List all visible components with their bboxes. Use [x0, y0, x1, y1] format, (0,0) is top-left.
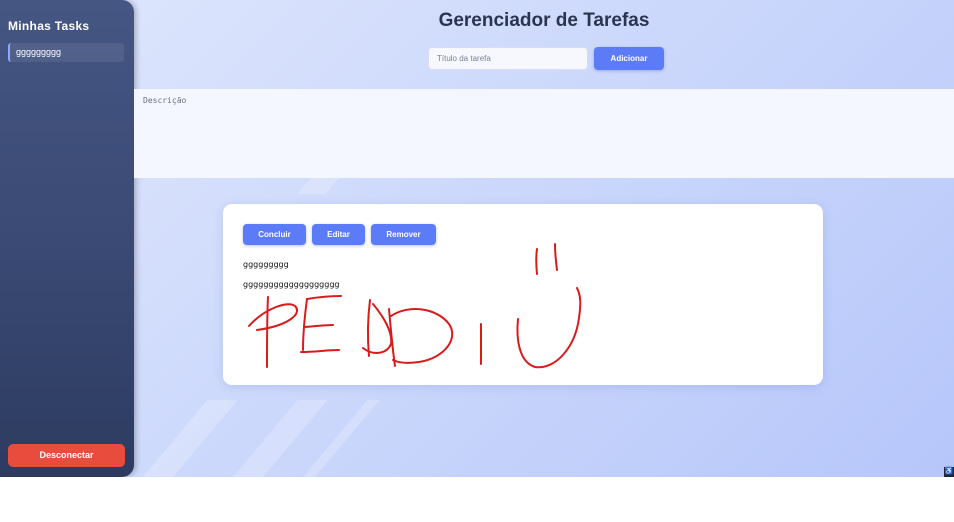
- page-title: Gerenciador de Tarefas: [438, 10, 650, 31]
- sidebar-title: Minhas Tasks: [8, 19, 90, 33]
- add-task-button[interactable]: Adicionar: [594, 47, 664, 70]
- app-window: Minhas Tasks ggggggggg Desconectar Geren…: [0, 0, 954, 477]
- accessibility-icon[interactable]: ♿: [944, 467, 954, 477]
- sidebar: Minhas Tasks ggggggggg Desconectar: [0, 0, 134, 477]
- description-textarea[interactable]: [134, 89, 954, 178]
- logout-button[interactable]: Desconectar: [8, 444, 125, 467]
- sidebar-task-item[interactable]: ggggggggg: [8, 43, 124, 62]
- task-title-input[interactable]: [428, 47, 588, 70]
- task-card: Concluir Editar Remover ggggggggg gggggg…: [223, 204, 823, 385]
- handwritten-drawing: [248, 243, 582, 369]
